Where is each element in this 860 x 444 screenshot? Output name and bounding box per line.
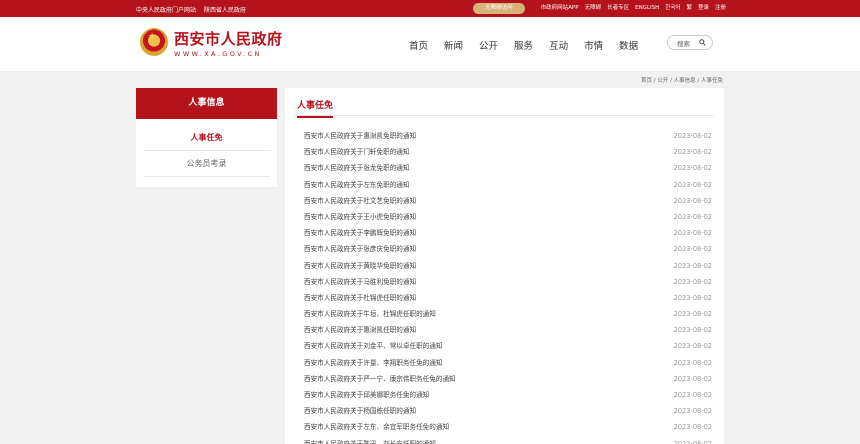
- list-item-date: 2023-08-02: [673, 229, 712, 238]
- top-right-links: 无障碍访问 市政府网站APP 无障碍 长者专区 ENGLISH 한국어 繁 登录…: [473, 3, 726, 14]
- list-item-date: 2023-08-02: [673, 391, 712, 399]
- list-item-title[interactable]: 西安市人民政府关于刘金平、常以卓任职的通知: [304, 338, 442, 354]
- list-item-date: 2023-08-02: [673, 293, 712, 302]
- list-item[interactable]: 西安市人民政府关于刘金平、常以卓任职的通知 2023-08-02: [304, 338, 714, 354]
- list-item[interactable]: 西安市人民政府关于杨国栋任职的通知 2023-08-02: [304, 403, 714, 419]
- logo-text: 西安市人民政府 WWW.XA.GOV.CN: [174, 28, 283, 58]
- list-item[interactable]: 西安市人民政府关于许量、李翔职务任免的通知 2023-08-02: [304, 355, 714, 371]
- list-item[interactable]: 西安市人民政府关于牛垣、杜锦虎任职的通知 2023-08-02: [304, 306, 714, 322]
- list-item[interactable]: 西安市人民政府关于惠澍凯免职的通知 2023-08-02: [304, 128, 714, 144]
- list-item[interactable]: 西安市人民政府关于门轩免职的通知 2023-08-02: [304, 144, 714, 160]
- list-item-date: 2023-08-02: [673, 132, 712, 140]
- link-login[interactable]: 登录: [698, 3, 709, 14]
- link-korean[interactable]: 한국어: [665, 3, 680, 14]
- list-item-title[interactable]: 西安市人民政府关于惠澍凯免职的通知: [304, 128, 416, 144]
- list-item[interactable]: 西安市人民政府关于严一宁、康宗伟职务任免的通知 2023-08-02: [304, 371, 714, 387]
- top-left-links: 中央人民政府门户网站 陕西省人民政府: [136, 5, 252, 14]
- divider: [295, 115, 714, 116]
- list-item[interactable]: 西安市人民政府关于陈迅、刘长安任职的通知 2023-08-02: [304, 436, 714, 444]
- list-item-date: 2023-08-02: [673, 358, 712, 367]
- link-central-government[interactable]: 中央人民政府门户网站: [136, 7, 196, 14]
- nav-open[interactable]: 公开: [479, 38, 498, 52]
- link-english[interactable]: ENGLISH: [635, 3, 659, 14]
- list-item-date: 2023-08-02: [673, 374, 712, 383]
- search-placeholder: 搜索: [677, 39, 690, 48]
- site-logo[interactable]: ★ 西安市人民政府 WWW.XA.GOV.CN: [140, 28, 283, 58]
- list-item[interactable]: 西安市人民政府关于左东、余宜军职务任免的通知 2023-08-02: [304, 419, 714, 435]
- breadcrumb[interactable]: 首页 / 公开 / 人事信息 / 人事任免: [641, 76, 723, 84]
- notice-list: 西安市人民政府关于惠澍凯免职的通知 2023-08-02 西安市人民政府关于门轩免职…: [304, 128, 714, 444]
- list-item-title[interactable]: 西安市人民政府关于邱美娜职务任免的通知: [304, 387, 429, 403]
- list-item-date: 2023-08-02: [673, 423, 712, 432]
- accessibility-pill-button[interactable]: 无障碍访问: [473, 3, 525, 14]
- list-item-title[interactable]: 西安市人民政府关于许量、李翔职务任免的通知: [304, 355, 442, 371]
- content-panel: 人事任免 西安市人民政府关于惠澍凯免职的通知 2023-08-02 西安市人民政府关…: [285, 88, 724, 444]
- link-shaanxi-government[interactable]: 陕西省人民政府: [204, 7, 246, 14]
- list-item-title[interactable]: 西安市人民政府关于杜文艺免职的通知: [304, 193, 416, 209]
- nav-city-info[interactable]: 市情: [584, 38, 603, 52]
- site-header: ★ 西安市人民政府 WWW.XA.GOV.CN 首页 新闻 公开 服务 互动 市…: [0, 17, 860, 71]
- list-item-date: 2023-08-02: [673, 326, 712, 335]
- list-item[interactable]: 西安市人民政府关于张龙免职的通知 2023-08-02: [304, 160, 714, 176]
- site-url: WWW.XA.GOV.CN: [174, 50, 262, 58]
- list-item-title[interactable]: 西安市人民政府关于李鹏辉免职的通知: [304, 225, 416, 241]
- sidebar-title: 人事信息: [136, 88, 277, 119]
- main-nav: 首页 新闻 公开 服务 互动 市情 数据: [409, 38, 638, 52]
- sidebar-item-civil-service-exam[interactable]: 公务员考录: [143, 151, 270, 177]
- list-item-date: 2023-08-02: [673, 196, 712, 205]
- list-item-title[interactable]: 西安市人民政府关于门轩免职的通知: [304, 144, 410, 160]
- search-icon[interactable]: [699, 39, 706, 46]
- list-item-title[interactable]: 西安市人民政府关于左东免职的通知: [304, 177, 410, 193]
- list-item-date: 2023-08-02: [673, 180, 712, 189]
- nav-home[interactable]: 首页: [409, 38, 428, 52]
- list-item-date: 2023-08-02: [673, 407, 712, 416]
- list-item[interactable]: 西安市人民政府关于惠澍凯任职的通知 2023-08-02: [304, 322, 714, 338]
- list-item-date: 2023-08-02: [673, 164, 712, 173]
- list-item[interactable]: 西安市人民政府关于王小虎免职的通知 2023-08-02: [304, 209, 714, 225]
- link-register[interactable]: 注册: [715, 3, 726, 14]
- link-elderly[interactable]: 长者专区: [607, 3, 629, 14]
- list-item-title[interactable]: 西安市人民政府关于马胜利免职的通知: [304, 274, 416, 290]
- list-item-date: 2023-08-02: [673, 245, 712, 254]
- nav-data[interactable]: 数据: [619, 38, 638, 52]
- nav-news[interactable]: 新闻: [444, 38, 463, 52]
- list-item-title[interactable]: 西安市人民政府关于杨国栋任职的通知: [304, 403, 416, 419]
- list-item[interactable]: 西安市人民政府关于张彦庆免职的通知 2023-08-02: [304, 241, 714, 257]
- list-item-title[interactable]: 西安市人民政府关于左东、余宜军职务任免的通知: [304, 419, 449, 435]
- sidebar: 人事信息 人事任免 公务员考录: [136, 88, 277, 187]
- list-item-date: 2023-08-02: [673, 439, 712, 444]
- nav-service[interactable]: 服务: [514, 38, 533, 52]
- list-item[interactable]: 西安市人民政府关于李鹏辉免职的通知 2023-08-02: [304, 225, 714, 241]
- list-item-title[interactable]: 西安市人民政府关于张龙免职的通知: [304, 160, 410, 176]
- list-item[interactable]: 西安市人民政府关于马胜利免职的通知 2023-08-02: [304, 274, 714, 290]
- link-traditional[interactable]: 繁: [686, 3, 692, 14]
- list-item-title[interactable]: 西安市人民政府关于惠澍凯任职的通知: [304, 322, 416, 338]
- list-item-title[interactable]: 西安市人民政府关于严一宁、康宗伟职务任免的通知: [304, 371, 456, 387]
- list-item-date: 2023-08-02: [673, 148, 712, 157]
- national-emblem-icon: ★: [140, 28, 168, 58]
- list-item-title[interactable]: 西安市人民政府关于杜锦虎任职的通知: [304, 290, 416, 306]
- list-item-date: 2023-08-02: [673, 310, 712, 319]
- list-item-title[interactable]: 西安市人民政府关于王小虎免职的通知: [304, 209, 416, 225]
- sidebar-item-appointments[interactable]: 人事任免: [143, 125, 270, 151]
- list-item-date: 2023-08-02: [673, 261, 712, 270]
- list-item-title[interactable]: 西安市人民政府关于张彦庆免职的通知: [304, 241, 416, 257]
- link-app[interactable]: 市政府网站APP: [541, 3, 579, 14]
- list-item[interactable]: 西安市人民政府关于黄晓华免职的通知 2023-08-02: [304, 258, 714, 274]
- list-item-title[interactable]: 西安市人民政府关于陈迅、刘长安任职的通知: [304, 436, 436, 444]
- list-item[interactable]: 西安市人民政府关于杜锦虎任职的通知 2023-08-02: [304, 290, 714, 306]
- search-input[interactable]: 搜索: [667, 35, 713, 50]
- nav-interact[interactable]: 互动: [549, 38, 568, 52]
- list-item-title[interactable]: 西安市人民政府关于牛垣、杜锦虎任职的通知: [304, 306, 436, 322]
- list-item-date: 2023-08-02: [673, 342, 712, 351]
- list-item-date: 2023-08-02: [673, 277, 712, 286]
- link-accessibility[interactable]: 无障碍: [585, 3, 602, 14]
- list-item[interactable]: 西安市人民政府关于邱美娜职务任免的通知 2023-08-02: [304, 387, 714, 403]
- site-title: 西安市人民政府: [174, 30, 283, 48]
- list-item-date: 2023-08-02: [673, 212, 712, 221]
- list-item-title[interactable]: 西安市人民政府关于黄晓华免职的通知: [304, 258, 416, 274]
- top-utility-bar: 中央人民政府门户网站 陕西省人民政府 无障碍访问 市政府网站APP 无障碍 长者…: [0, 0, 860, 17]
- list-item[interactable]: 西安市人民政府关于杜文艺免职的通知 2023-08-02: [304, 193, 714, 209]
- list-item[interactable]: 西安市人民政府关于左东免职的通知 2023-08-02: [304, 177, 714, 193]
